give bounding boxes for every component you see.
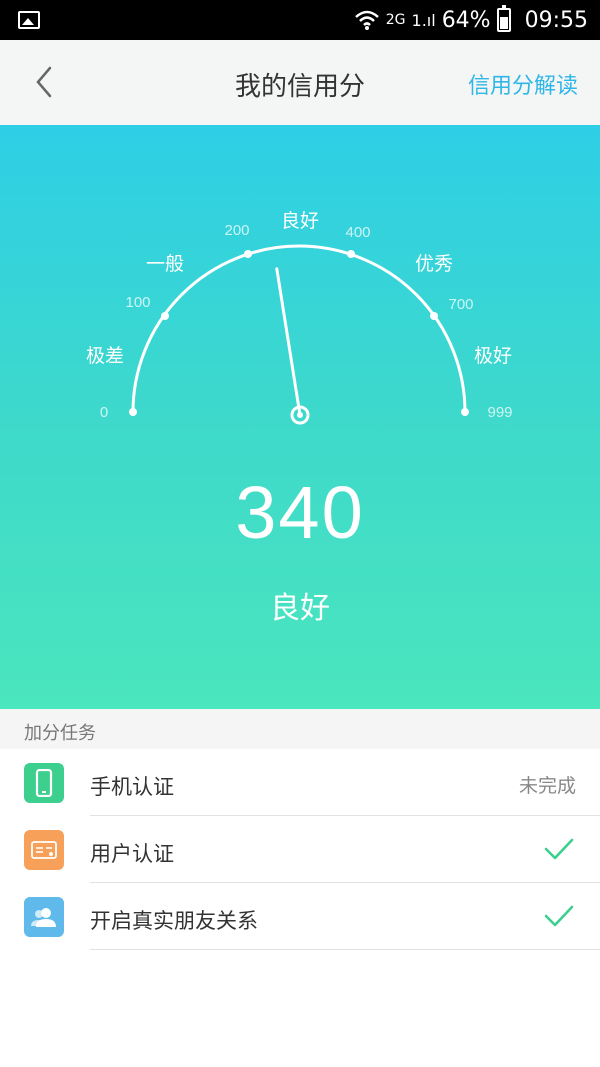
task-phone-verify[interactable]: 手机认证 未完成 [0,749,600,816]
task-user-verify[interactable]: 用户认证 [0,816,600,883]
battery-percent: 64% [441,7,491,33]
task-status: 未完成 [518,775,576,797]
level-label-outstanding: 极好 [474,345,512,367]
tasks-section-title: 加分任务 [24,723,96,744]
gauge-pivot-dot [297,412,303,418]
gauge-needle [275,267,302,417]
tasks-section-header: 加分任务 [0,709,600,749]
battery-icon [496,5,511,32]
credit-explain-link[interactable]: 信用分解读 [468,68,578,100]
tick-label-400: 400 [345,224,370,241]
wifi-icon [354,10,379,30]
tick-label-max: 999 [487,404,512,421]
level-label-excellent: 优秀 [415,253,453,275]
tick-label-min: 0 [100,404,108,421]
task-friend-relation[interactable]: 开启真实朋友关系 [0,883,600,950]
2g-icon: 2G [385,12,406,28]
credit-gauge: 0 100 200 400 700 999 极差 一般 良好 优秀 极好 [86,210,513,425]
gauge-dot-400 [347,250,355,258]
tick-label-200: 200 [224,222,249,239]
gauge-dot-700 [430,312,438,320]
status-icons: 2G 1.ıl 64% 09:55 [354,0,588,40]
tick-label-700: 700 [448,296,473,313]
gauge-dot-999 [461,408,469,416]
task-list: 手机认证 未完成 用户认证 开启真实朋友关系 [0,749,600,950]
status-bar: 2G 1.ıl 64% 09:55 [0,0,600,40]
tick-label-100: 100 [125,294,150,311]
credit-gauge-panel: 0 100 200 400 700 999 极差 一般 良好 优秀 极好 340… [0,125,600,709]
clock: 09:55 [524,7,588,33]
level-label-fair: 一般 [146,253,184,275]
signal-icon: 1.ıl [411,10,436,30]
credit-score-level: 良好 [270,591,330,626]
gauge-dot-0 [129,408,137,416]
nav-bar: 我的信用分 信用分解读 [0,40,600,125]
check-icon [544,838,574,860]
credit-score-value: 340 [235,471,365,554]
id-card-icon [24,830,64,870]
friends-icon [24,897,64,937]
task-label: 手机认证 [90,775,174,799]
level-label-very-poor: 极差 [86,345,124,367]
task-label: 开启真实朋友关系 [90,909,258,933]
task-label: 用户认证 [90,842,174,866]
gauge-dot-200 [244,250,252,258]
image-icon [18,11,40,29]
check-icon [544,905,574,927]
gauge-dot-100 [161,312,169,320]
page-blank-area [0,950,600,1067]
phone-icon [24,763,64,803]
level-label-good: 良好 [281,210,319,232]
